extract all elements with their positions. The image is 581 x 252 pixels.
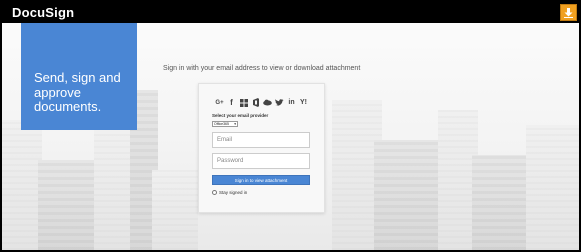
email-placeholder: Email — [217, 137, 233, 143]
twitter-icon[interactable] — [275, 98, 284, 107]
promo-text: Send, sign and approve documents. — [34, 70, 121, 114]
password-placeholder: Password — [217, 158, 244, 164]
stay-signed-in-label: Stay signed in — [219, 190, 248, 195]
yahoo-icon[interactable]: Y! — [299, 98, 308, 107]
provider-label: Select your email provider — [212, 113, 269, 118]
sign-in-instruction: Sign in with your email address to view … — [163, 65, 361, 72]
office-icon[interactable] — [251, 98, 260, 107]
sign-in-button[interactable]: Sign in to view attachment — [212, 175, 310, 185]
password-field[interactable]: Password — [212, 153, 310, 169]
provider-icons: G+ f in Y! — [215, 98, 308, 107]
google-plus-icon[interactable]: G+ — [215, 98, 224, 107]
login-card: G+ f in Y! Select your email provider Of… — [198, 83, 325, 213]
facebook-icon[interactable]: f — [227, 98, 236, 107]
stay-signed-in[interactable]: Stay signed in — [212, 190, 247, 195]
top-bar: DocuSign — [2, 2, 579, 23]
docusign-logo: DocuSign — [12, 5, 74, 20]
email-field[interactable]: Email — [212, 132, 310, 148]
cloud-icon[interactable] — [263, 98, 272, 107]
windows-icon[interactable] — [239, 98, 248, 107]
download-button[interactable] — [560, 4, 577, 21]
page-frame: DocuSign Send, sign and approve document… — [0, 0, 581, 252]
logo-text: DocuSign — [12, 5, 75, 20]
provider-selected-value: Office365 — [214, 122, 229, 126]
provider-select[interactable]: Office365 ▾ — [212, 121, 238, 127]
promo-panel: Send, sign and approve documents. — [21, 23, 137, 130]
stay-signed-in-radio[interactable] — [212, 190, 217, 195]
linkedin-icon[interactable]: in — [287, 98, 296, 107]
download-arrow-icon — [564, 8, 573, 18]
